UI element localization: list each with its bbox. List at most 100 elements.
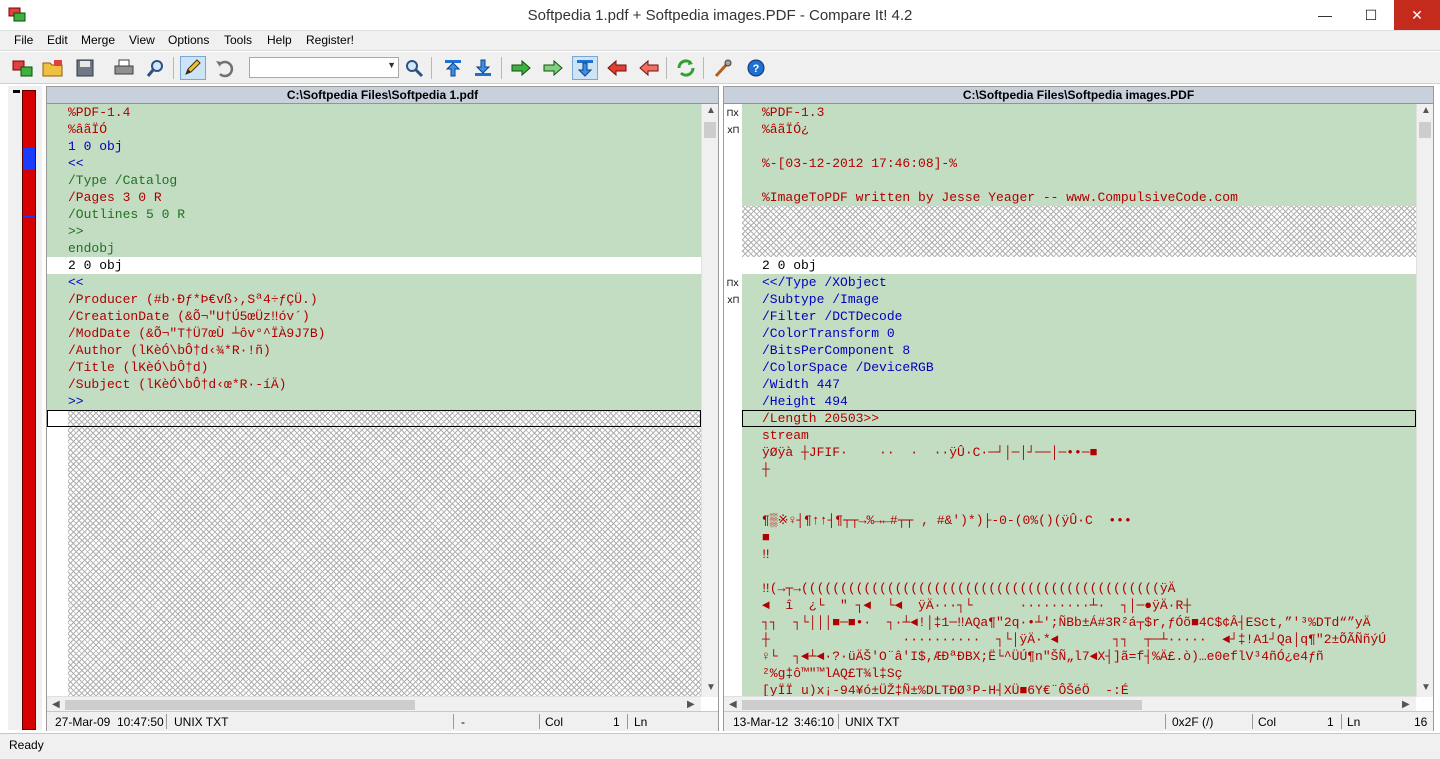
code-line[interactable]: /Subject (lKèÓ\bÔ†d‹œ*R·-íÄ)	[47, 376, 701, 393]
code-line[interactable]: ┐┐ ┐└│││■─■•· ┐·┴◄!│‡1─‼AQa¶"2q·•┴';ÑBb±…	[742, 614, 1416, 631]
code-line[interactable]: 2 0 obj	[742, 257, 1416, 274]
edit-mode-icon[interactable]	[180, 56, 206, 80]
difference-map-bar[interactable]	[22, 90, 36, 730]
first-difference-icon[interactable]	[440, 56, 466, 80]
minimize-button[interactable]: —	[1302, 0, 1348, 30]
left-vertical-scrollbar[interactable]: ▲ ▼	[701, 104, 718, 697]
help-icon[interactable]: ?	[743, 56, 769, 80]
code-line[interactable]: /Length 20503>>	[742, 410, 1416, 427]
code-line[interactable]: /Title (lKèÓ\bÔ†d)	[47, 359, 701, 376]
code-line[interactable]: ┼	[742, 461, 1416, 478]
menu-tools[interactable]: Tools	[224, 33, 252, 47]
close-button[interactable]: ✕	[1394, 0, 1440, 30]
scroll-up-icon[interactable]: ▲	[706, 105, 716, 116]
code-line[interactable]: ┼ ·········· ┐└│ÿÄ·*◄ ┐┐ ┬─┴····· ◄┘‡!A1…	[742, 631, 1416, 648]
code-line[interactable]: ■	[742, 529, 1416, 546]
right-hscroll-thumb[interactable]	[742, 700, 1142, 710]
code-line[interactable]: 2 0 obj	[47, 257, 701, 274]
code-line[interactable]	[742, 206, 1416, 223]
menu-options[interactable]: Options	[168, 33, 209, 47]
code-line[interactable]: /ModDate (&Õ¬"T†Ü7œÙ ┴ôv°^ÏÀ9J7B)	[47, 325, 701, 342]
code-line[interactable]: >>	[47, 223, 701, 240]
code-line[interactable]: stream	[742, 427, 1416, 444]
code-line[interactable]	[742, 223, 1416, 240]
code-line[interactable]: /Width 447	[742, 376, 1416, 393]
code-line[interactable]	[742, 495, 1416, 512]
save-icon[interactable]	[72, 56, 98, 80]
refresh-icon[interactable]	[673, 56, 699, 80]
code-line[interactable]	[742, 478, 1416, 495]
copy-right-icon[interactable]	[508, 56, 534, 80]
scroll-down-icon[interactable]: ▼	[706, 682, 716, 693]
code-line[interactable]: endobj	[47, 240, 701, 257]
code-line[interactable]: /BitsPerComponent 8	[742, 342, 1416, 359]
code-line[interactable]: ‼	[742, 546, 1416, 563]
scroll-up-icon[interactable]: ▲	[1421, 105, 1431, 116]
code-line[interactable]: /Pages 3 0 R	[47, 189, 701, 206]
open-files-icon[interactable]	[10, 56, 36, 80]
code-line[interactable]: ¶▒※♀┤¶↑↑┤¶┬┬→%→←#┬┬ , #&')*)├-0-(0%()(ÿÛ…	[742, 512, 1416, 529]
code-line[interactable]: [yÏÏ u)x¡-94¥ó±ÜŽ‡Ñ±%DLTÐØ³P-H┤XÜ■6Y€¨ÔŠ…	[742, 682, 1416, 697]
code-line[interactable]: /Filter /DCTDecode	[742, 308, 1416, 325]
code-line[interactable]: %-[03-12-2012 17:46:08]-%	[742, 155, 1416, 172]
scroll-left-icon[interactable]: ◀	[52, 699, 60, 710]
code-line[interactable]: ÿØÿà ┼JFIF· ·· · ··ÿÛ·C·─┘│─│┘──│─••─■	[742, 444, 1416, 461]
code-line[interactable]	[742, 172, 1416, 189]
right-text-view[interactable]: %PDF-1.3 %âãÏÓ¿ %-[03-12-2012 17:46:08]-%%…	[742, 104, 1416, 697]
code-line[interactable]: ²%g‡ô™"™lAQ£T¾l‡Sç	[742, 665, 1416, 682]
find-icon[interactable]	[401, 56, 427, 80]
code-line[interactable]: %PDF-1.3	[742, 104, 1416, 121]
scroll-left-icon[interactable]: ◀	[729, 699, 737, 710]
code-line[interactable]: /Height 494	[742, 393, 1416, 410]
copy-all-right-icon[interactable]	[540, 56, 566, 80]
code-line[interactable]: /ColorSpace /DeviceRGB	[742, 359, 1416, 376]
menu-register[interactable]: Register!	[306, 33, 354, 47]
code-line[interactable]	[742, 138, 1416, 155]
settings-wizard-icon[interactable]	[710, 56, 736, 80]
next-difference-icon[interactable]	[572, 56, 598, 80]
code-line[interactable]: <<	[47, 274, 701, 291]
menu-view[interactable]: View	[129, 33, 155, 47]
code-line[interactable]: %ImageToPDF written by Jesse Yeager -- w…	[742, 189, 1416, 206]
scroll-right-icon[interactable]: ▶	[687, 699, 695, 710]
code-line[interactable]: /Subtype /Image	[742, 291, 1416, 308]
right-vscroll-thumb[interactable]	[1419, 122, 1431, 138]
code-line[interactable]: ◄ î ¿└ " ┐◄ └◄ ÿÄ···┐└ ·········┴· ┐│─●ÿ…	[742, 597, 1416, 614]
code-line[interactable]: /Producer (#b·Ðƒ*Þ€vß›,Sª4÷ƒÇÜ.)	[47, 291, 701, 308]
code-line[interactable]: %âãÏÓ	[47, 121, 701, 138]
right-vertical-scrollbar[interactable]: ▲ ▼	[1416, 104, 1433, 697]
menu-file[interactable]: File	[14, 33, 33, 47]
left-hscroll-thumb[interactable]	[65, 700, 415, 710]
code-line[interactable]: /Outlines 5 0 R	[47, 206, 701, 223]
code-line[interactable]: 1 0 obj	[47, 138, 701, 155]
code-line[interactable]: >>	[47, 393, 701, 410]
maximize-button[interactable]: ☐	[1348, 0, 1394, 30]
code-line[interactable]: /ColorTransform 0	[742, 325, 1416, 342]
copy-left-icon[interactable]	[604, 56, 630, 80]
print-preview-icon[interactable]	[143, 56, 169, 80]
code-line[interactable]: <<	[47, 155, 701, 172]
open-folders-icon[interactable]	[40, 56, 66, 80]
code-line[interactable]	[742, 240, 1416, 257]
code-line[interactable]: <</Type /XObject	[742, 274, 1416, 291]
code-line[interactable]: ‼(→┬→(((((((((((((((((((((((((((((((((((…	[742, 580, 1416, 597]
menu-merge[interactable]: Merge	[81, 33, 115, 47]
code-line[interactable]: %PDF-1.4	[47, 104, 701, 121]
search-combo[interactable]: ▼	[249, 57, 399, 78]
print-icon[interactable]	[111, 56, 137, 80]
scroll-down-icon[interactable]: ▼	[1421, 682, 1431, 693]
menu-help[interactable]: Help	[267, 33, 292, 47]
undo-icon[interactable]	[212, 56, 238, 80]
scroll-right-icon[interactable]: ▶	[1402, 699, 1410, 710]
left-text-view[interactable]: %PDF-1.4 %âãÏÓ 1 0 obj <</Type /Catalog/Pag…	[47, 104, 701, 697]
code-line[interactable]: %âãÏÓ¿	[742, 121, 1416, 138]
code-line[interactable]	[742, 563, 1416, 580]
code-line[interactable]: /Author (lKèÓ\bÔ†d‹¾*R·!ñ)	[47, 342, 701, 359]
menu-edit[interactable]: Edit	[47, 33, 68, 47]
code-line[interactable]: /CreationDate (&Õ¬"U†Ú5œÜz‼óv´)	[47, 308, 701, 325]
code-line[interactable]: ♀└ ┐◄┴◄·?·üÄŠ'O¨â'I$,ÆÐªÐBX;Ë└^ÜÚ¶n"ŠÑ„l…	[742, 648, 1416, 665]
copy-all-left-icon[interactable]	[636, 56, 662, 80]
left-vscroll-thumb[interactable]	[704, 122, 716, 138]
last-difference-icon[interactable]	[470, 56, 496, 80]
code-line[interactable]: /Type /Catalog	[47, 172, 701, 189]
